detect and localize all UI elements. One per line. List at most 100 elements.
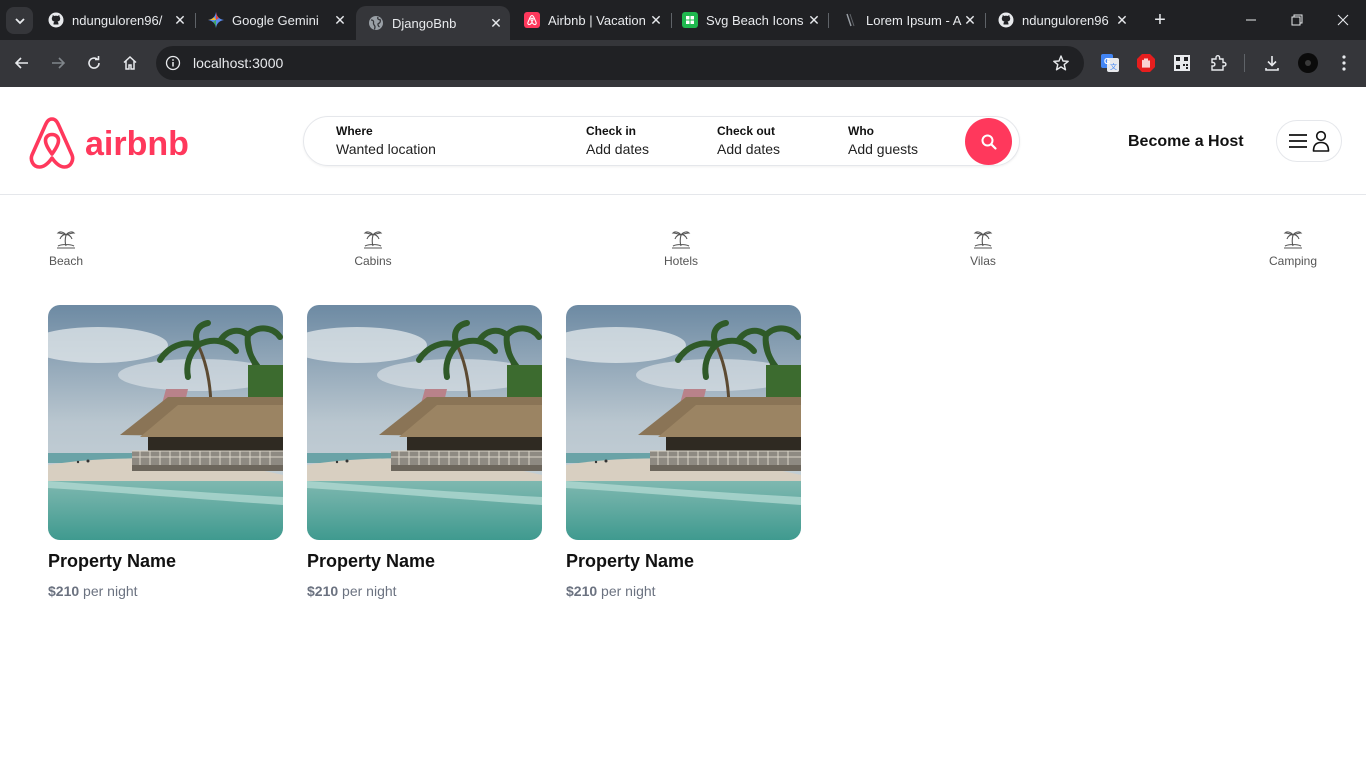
close-icon[interactable]: ✕: [332, 12, 348, 28]
close-icon[interactable]: ✕: [962, 12, 978, 28]
close-icon[interactable]: ✕: [806, 12, 822, 28]
logo-wordmark: airbnb: [85, 125, 189, 163]
property-price: $210: [307, 583, 339, 599]
qr-code-extension-icon[interactable]: [1172, 53, 1192, 73]
browser-tab[interactable]: Lorem Ipsum - A ✕: [830, 0, 984, 40]
property-card[interactable]: Property Name $210 per night: [566, 305, 801, 599]
check-out-value: Add dates: [717, 141, 781, 157]
property-price-line: $210 per night: [307, 583, 542, 599]
check-out-label: Check out: [717, 124, 776, 138]
property-name[interactable]: Property Name: [566, 551, 801, 572]
palm-icon: [973, 231, 993, 249]
category-label: Vilas: [970, 254, 996, 268]
home-icon: [123, 55, 137, 70]
github-icon: [48, 12, 64, 28]
tab-title: DjangoBnb: [392, 15, 457, 31]
profile-avatar-icon[interactable]: [1298, 53, 1318, 73]
close-icon[interactable]: ✕: [648, 12, 664, 28]
browser-tab-active[interactable]: DjangoBnb ✕: [356, 6, 510, 40]
property-photo[interactable]: [307, 305, 542, 540]
tab-title: ndunguloren96/: [72, 12, 163, 28]
browser-tab[interactable]: ndunguloren96/ ✕: [36, 0, 194, 40]
minimize-button[interactable]: [1228, 0, 1274, 40]
home-button[interactable]: [115, 48, 145, 78]
browser-tab[interactable]: Svg Beach Icons ✕: [670, 0, 828, 40]
reload-button[interactable]: [79, 48, 109, 78]
tab-title: ndunguloren96: [1022, 12, 1109, 28]
lorem-icon: [842, 12, 858, 28]
price-unit: per night: [83, 583, 138, 599]
translate-extension-icon[interactable]: G文: [1100, 53, 1120, 73]
property-price: $210: [48, 583, 80, 599]
back-button[interactable]: [7, 48, 37, 78]
search-icon: [981, 134, 997, 150]
close-icon[interactable]: ✕: [488, 15, 504, 31]
price-unit: per night: [601, 583, 656, 599]
category-label: Camping: [1268, 254, 1318, 268]
browser-tab[interactable]: ndunguloren96 ✕: [986, 0, 1136, 40]
user-menu-button[interactable]: [1276, 120, 1342, 162]
address-bar[interactable]: localhost:3000: [156, 46, 1084, 80]
window-close-button[interactable]: [1320, 0, 1366, 40]
property-photo[interactable]: [48, 305, 283, 540]
tab-divider: [828, 13, 829, 28]
property-price: $210: [566, 583, 598, 599]
property-card[interactable]: Property Name $210 per night: [307, 305, 542, 599]
restore-icon: [1291, 14, 1303, 26]
tab-title: Airbnb | Vacation: [548, 12, 646, 28]
palm-icon: [363, 231, 383, 249]
site-info-icon[interactable]: [164, 54, 182, 72]
category-hotels[interactable]: Hotels: [653, 227, 709, 268]
category-beach[interactable]: Beach: [38, 227, 94, 268]
category-label: Hotels: [663, 254, 698, 268]
browser-tab[interactable]: Google Gemini ✕: [196, 0, 354, 40]
svg-text:文: 文: [1110, 62, 1117, 71]
check-in-label: Check in: [586, 124, 637, 138]
browser-toolbar: localhost:3000 G文: [0, 40, 1366, 87]
user-icon: [1312, 130, 1330, 152]
globe-icon: [368, 15, 384, 31]
restore-button[interactable]: [1274, 0, 1320, 40]
browser-tab-strip: ndunguloren96/ ✕ Google Gemini ✕ DjangoB…: [0, 0, 1366, 40]
new-tab-button[interactable]: +: [1150, 10, 1170, 30]
page-viewport: airbnb Where Wanted location Check in Ad…: [0, 87, 1366, 768]
airbnb-logo[interactable]: airbnb: [27, 115, 197, 171]
close-icon[interactable]: ✕: [1114, 12, 1130, 28]
tab-title: Lorem Ipsum - A: [866, 12, 962, 28]
price-unit: per night: [342, 583, 397, 599]
become-host-link[interactable]: Become a Host: [1128, 133, 1244, 151]
adblock-extension-icon[interactable]: [1136, 53, 1156, 73]
reload-icon: [88, 56, 100, 69]
search-bar: Where Wanted location Check in Add dates…: [303, 116, 1020, 166]
kebab-menu-icon[interactable]: [1334, 53, 1354, 73]
close-icon[interactable]: ✕: [172, 12, 188, 28]
forward-button[interactable]: [43, 48, 73, 78]
category-camping[interactable]: Camping: [1262, 227, 1324, 268]
property-name[interactable]: Property Name: [307, 551, 542, 572]
arrow-left-icon: [14, 57, 28, 69]
check-in-field[interactable]: Check in Add dates: [586, 124, 696, 157]
palm-icon: [1283, 231, 1303, 249]
category-vilas[interactable]: Vilas: [955, 227, 1011, 268]
palm-icon: [671, 231, 691, 249]
url-text: localhost:3000: [193, 55, 284, 71]
tab-title: Google Gemini: [232, 12, 319, 28]
property-photo[interactable]: [566, 305, 801, 540]
download-icon[interactable]: [1262, 53, 1282, 73]
toolbar-divider: [1244, 54, 1245, 72]
tab-search-button[interactable]: [6, 7, 33, 34]
svgrepo-icon: [682, 12, 698, 28]
property-card[interactable]: Property Name $210 per night: [48, 305, 283, 599]
where-field[interactable]: Where Wanted location: [336, 124, 566, 157]
where-label: Where: [336, 124, 373, 138]
bookmark-star-icon[interactable]: [1052, 54, 1070, 72]
property-price-line: $210 per night: [48, 583, 283, 599]
search-button[interactable]: [965, 118, 1012, 165]
property-name[interactable]: Property Name: [48, 551, 283, 572]
puzzle-extensions-icon[interactable]: [1208, 53, 1228, 73]
browser-tab[interactable]: Airbnb | Vacation ✕: [512, 0, 670, 40]
where-value: Wanted location: [336, 141, 436, 157]
category-cabins[interactable]: Cabins: [345, 227, 401, 268]
who-field[interactable]: Who Add guests: [848, 124, 958, 157]
check-out-field[interactable]: Check out Add dates: [717, 124, 827, 157]
